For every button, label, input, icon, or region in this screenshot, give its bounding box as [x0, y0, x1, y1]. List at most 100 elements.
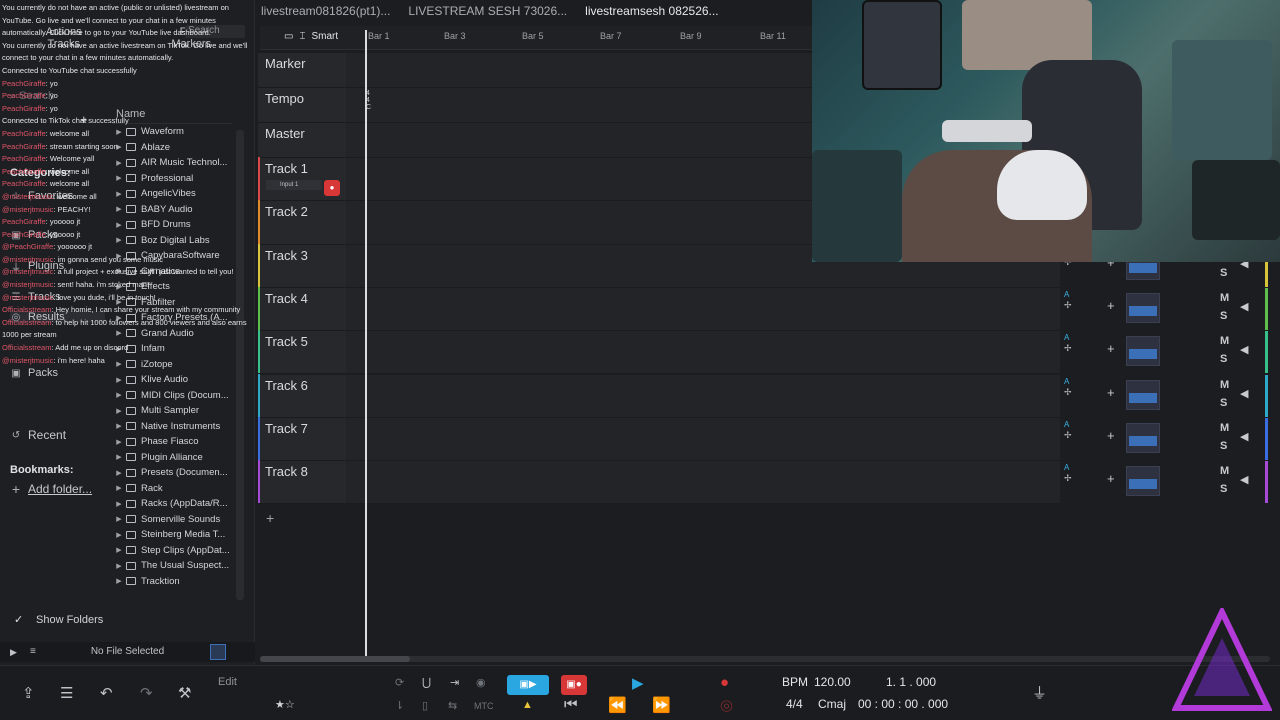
track-header[interactable]: Track 1 Input 1 ● — [258, 157, 346, 202]
expand-arrow-icon[interactable]: ▶ — [112, 283, 126, 291]
list-icon[interactable]: ≡ — [30, 642, 36, 662]
expand-arrow-icon[interactable]: ▶ — [112, 298, 126, 306]
track-lane[interactable] — [346, 417, 1060, 462]
record-arm-icon[interactable]: ● — [324, 180, 340, 196]
expand-arrow-icon[interactable]: ▶ — [112, 143, 126, 151]
file-folder-row[interactable]: ▶ AngelicVibes — [112, 186, 232, 202]
sidebar-item-favorites[interactable]: ☆ Favorites — [10, 190, 74, 202]
file-folder-row[interactable]: ▶ Waveform — [112, 124, 232, 140]
loop-icon[interactable]: ⟳ — [395, 676, 404, 689]
record-loop-icon[interactable]: ◎ — [720, 696, 733, 714]
sidebar-item-results[interactable]: ◎ Results — [10, 311, 105, 323]
rewind-start-icon[interactable]: ⏮ — [564, 696, 578, 713]
file-folder-row[interactable]: ▶ Infam — [112, 341, 232, 357]
file-folder-row[interactable]: ▶ Ablaze — [112, 140, 232, 156]
track-header[interactable]: Track 4 — [258, 286, 346, 332]
record-icon[interactable]: ● — [720, 674, 729, 691]
track-name[interactable]: Track 3 — [265, 248, 308, 263]
expand-arrow-icon[interactable]: ▶ — [112, 577, 126, 585]
file-folder-row[interactable]: ▶ Cymatics — [112, 264, 232, 280]
horizontal-scrollbar[interactable] — [260, 656, 1270, 662]
file-folder-row[interactable]: ▶ Steinberg Media T... — [112, 527, 232, 543]
expand-arrow-icon[interactable]: ▶ — [112, 376, 126, 384]
sidebar-item-plugins[interactable]: ⏚ Plugins — [10, 260, 64, 274]
file-folder-row[interactable]: ▶ Native Instruments — [112, 419, 232, 435]
file-folder-row[interactable]: ▶ CapybaraSoftware — [112, 248, 232, 264]
timeline-ruler[interactable]: Bar 1 Bar 3 Bar 5 Bar 7 Bar 9 Bar 11 — [260, 26, 812, 50]
file-folder-row[interactable]: ▶ Klive Audio — [112, 372, 232, 388]
file-folder-row[interactable]: ▶ Effects — [112, 279, 232, 295]
warning-icon[interactable]: ▲ — [522, 699, 533, 711]
file-folder-row[interactable]: ▶ Boz Digital Labs — [112, 233, 232, 249]
track-name[interactable]: Track 1 — [265, 161, 308, 176]
play-icon[interactable]: ▶ — [632, 674, 644, 692]
lock-icon[interactable]: ▯ — [422, 699, 428, 712]
track-header[interactable]: Track 7 — [258, 416, 346, 462]
expand-arrow-icon[interactable]: ▶ — [112, 469, 126, 477]
pin-icon[interactable]: ✢ — [1064, 343, 1072, 354]
edit-label[interactable]: Edit — [218, 676, 237, 688]
add-icon[interactable]: + — [80, 112, 88, 127]
file-folder-row[interactable]: ▶ MIDI Clips (Docum... — [112, 388, 232, 404]
expand-arrow-icon[interactable]: ▶ — [112, 453, 126, 461]
rewind-icon[interactable]: ⏪ — [608, 696, 627, 714]
expand-arrow-icon[interactable]: ▶ — [112, 484, 126, 492]
key-display[interactable]: Cmaj — [818, 697, 846, 711]
expand-arrow-icon[interactable]: ▶ — [112, 236, 126, 244]
expand-arrow-icon[interactable]: ▶ — [112, 329, 126, 337]
track-header[interactable]: Track 5 — [258, 330, 346, 375]
sync-icon[interactable]: ⇆ — [448, 699, 457, 712]
star-icon[interactable]: ★☆ — [275, 698, 295, 711]
expand-arrow-icon[interactable]: ▶ — [112, 438, 126, 446]
record-arm-button[interactable]: ▣● — [561, 675, 587, 695]
position-display[interactable]: 1. 1 . 000 — [886, 675, 936, 689]
automation-icon[interactable]: A — [1064, 420, 1069, 429]
project-tab-1[interactable]: livestream081826(pt1)... — [261, 4, 390, 18]
mute-button[interactable]: M — [1220, 379, 1229, 391]
add-plugin-icon[interactable]: + — [1107, 298, 1115, 313]
track-name[interactable]: Tempo — [265, 91, 304, 106]
file-folder-row[interactable]: ▶ Factory Presets (A... — [112, 310, 232, 326]
file-folder-row[interactable]: ▶ Tracktion — [112, 574, 232, 590]
export-icon[interactable]: ⇪ — [22, 684, 35, 702]
time-signature[interactable]: 4/4 — [786, 697, 803, 711]
file-folder-row[interactable]: ▶ BFD Drums — [112, 217, 232, 233]
add-plugin-icon[interactable]: + — [1107, 385, 1115, 400]
file-folder-row[interactable]: ▶ AIR Music Technol... — [112, 155, 232, 171]
tab-tracks[interactable]: Tracks — [0, 38, 128, 64]
expand-arrow-icon[interactable]: ▶ — [112, 422, 126, 430]
file-folder-row[interactable]: ▶ Fabfilter — [112, 295, 232, 311]
wrench-icon[interactable]: ⚒ — [178, 684, 191, 702]
track-level-meter[interactable] — [1126, 422, 1160, 453]
solo-button[interactable]: S — [1220, 310, 1227, 322]
smart-tool-button[interactable]: ▭ ⌶ Smart — [284, 31, 338, 42]
file-folder-row[interactable]: ▶ Plugin Alliance — [112, 450, 232, 466]
file-folder-row[interactable]: ▶ iZotope — [112, 357, 232, 373]
volume-icon[interactable]: ◀ — [1240, 387, 1248, 400]
file-folder-row[interactable]: ▶ The Usual Suspect... — [112, 558, 232, 574]
track-lane[interactable] — [346, 287, 1060, 332]
track-level-meter[interactable] — [1126, 379, 1160, 410]
track-header[interactable]: Track 3 — [258, 243, 346, 288]
play-icon[interactable]: ▶ — [10, 642, 17, 662]
track-lane[interactable]: 4 4 C — [346, 88, 812, 123]
bpm-value[interactable]: 120.00 — [814, 675, 851, 689]
track-header[interactable]: Track 8 — [258, 460, 346, 505]
metronome-icon[interactable]: ◉ — [476, 676, 486, 689]
show-folders-toggle[interactable]: ✓ Show Folders — [14, 614, 103, 626]
file-folder-row[interactable]: ▶ Racks (AppData/R... — [112, 496, 232, 512]
loop-play-button[interactable]: ▣▶ — [507, 675, 549, 695]
track-name[interactable]: Marker — [265, 56, 305, 71]
pin-icon[interactable]: ✢ — [1064, 300, 1072, 311]
mute-button[interactable]: M — [1220, 422, 1229, 434]
plug-icon[interactable]: ⏚ — [1032, 682, 1047, 703]
project-tab-2[interactable]: LIVESTREAM SESH 73026... — [408, 4, 567, 18]
sidebar-item-packs-2[interactable]: ▣ Packs — [10, 367, 58, 379]
track-name[interactable]: Track 4 — [265, 291, 308, 306]
track-header[interactable]: Tempo — [258, 88, 346, 123]
track-name[interactable]: Track 2 — [265, 204, 308, 219]
browser-search-input[interactable]: ⌕ Search — [10, 90, 245, 106]
track-level-meter[interactable] — [1126, 336, 1160, 367]
redo-icon[interactable]: ↷ — [140, 684, 153, 702]
add-plugin-icon[interactable]: + — [1107, 428, 1115, 443]
